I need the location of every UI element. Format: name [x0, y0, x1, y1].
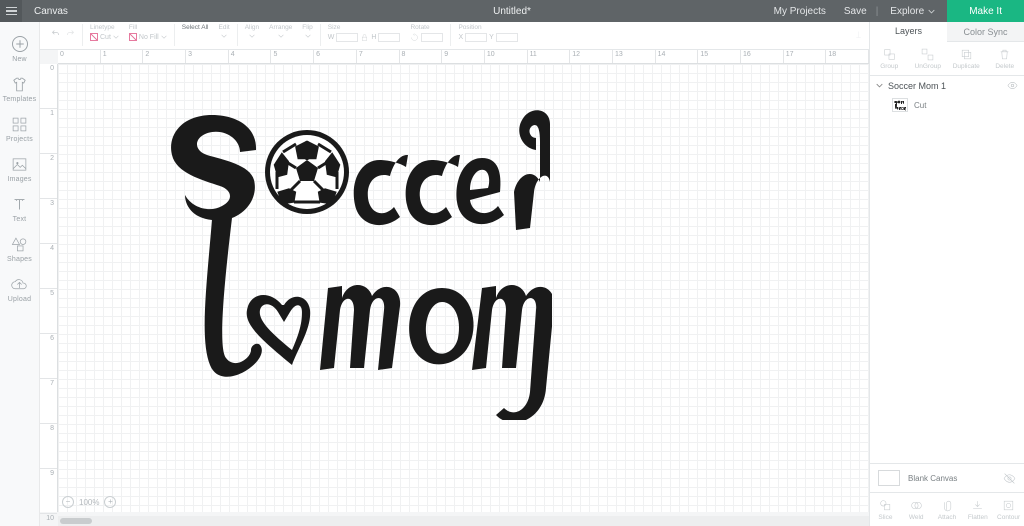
- duplicate-button[interactable]: Duplicate: [947, 42, 986, 75]
- delete-button[interactable]: Delete: [986, 42, 1024, 75]
- size-group[interactable]: Size WH: [323, 24, 406, 49]
- templates-button[interactable]: Templates: [0, 69, 39, 109]
- left-rail: New Templates Projects Images Text Shape…: [0, 22, 40, 526]
- rotate-group[interactable]: Rotate: [405, 24, 448, 49]
- document-title[interactable]: Untitled*: [493, 6, 531, 17]
- layers-list: Soccer Mom 1 Cut: [870, 76, 1024, 463]
- linetype-group[interactable]: Linetype Cut: [85, 24, 124, 49]
- explore-menu[interactable]: Explore: [878, 6, 947, 17]
- chevron-down-icon: [305, 33, 311, 39]
- explore-label: Explore: [890, 6, 924, 17]
- arrange-menu[interactable]: Arrange: [264, 24, 297, 49]
- ungroup-icon: [921, 48, 934, 61]
- flatten-button[interactable]: Flatten: [962, 493, 993, 526]
- layer-actions: Group UnGroup Duplicate Delete: [870, 42, 1024, 76]
- chevron-down-icon: [278, 33, 284, 39]
- visibility-icon[interactable]: [1007, 80, 1018, 91]
- toolbar: Linetype Cut Fill No Fill Select All Edi…: [40, 22, 869, 50]
- ungroup-button[interactable]: UnGroup: [909, 42, 948, 75]
- attach-button[interactable]: Attach: [932, 493, 963, 526]
- layer-footer-actions: Slice Weld Attach Flatten Contour: [870, 492, 1024, 526]
- visibility-off-icon[interactable]: [1003, 472, 1016, 485]
- panel-tabs: Layers Color Sync: [870, 22, 1024, 42]
- images-button[interactable]: Images: [0, 149, 39, 189]
- shapes-icon: [11, 236, 28, 253]
- align-menu[interactable]: Align: [240, 24, 264, 49]
- weld-icon: [910, 499, 923, 512]
- image-icon: [11, 156, 28, 173]
- contour-button[interactable]: Contour: [993, 493, 1024, 526]
- upload-button[interactable]: Upload: [0, 269, 39, 309]
- group-button[interactable]: Group: [870, 42, 909, 75]
- app-header: Canvas Untitled* My Projects Save | Expl…: [0, 0, 1024, 22]
- edit-menu[interactable]: Edit: [214, 24, 235, 49]
- slice-icon: [879, 499, 892, 512]
- caret-down-icon[interactable]: [876, 82, 883, 89]
- plus-circle-icon: [11, 35, 29, 53]
- tshirt-icon: [11, 76, 28, 93]
- duplicate-icon: [960, 48, 973, 61]
- position-group[interactable]: Position XY: [453, 24, 522, 49]
- layer-item-row[interactable]: Cut: [870, 95, 1024, 115]
- zoom-out-icon[interactable]: −: [62, 496, 74, 508]
- right-panel: Layers Color Sync Group UnGroup Duplicat…: [869, 22, 1024, 526]
- zoom-value: 100%: [79, 498, 99, 507]
- select-all-button[interactable]: Select All: [177, 24, 214, 49]
- hamburger-menu-icon[interactable]: [0, 0, 22, 22]
- chevron-down-icon: [249, 33, 255, 39]
- ruler-horizontal: 0123456789101112131415161718: [58, 50, 869, 64]
- my-projects-link[interactable]: My Projects: [765, 6, 835, 17]
- blank-canvas-row[interactable]: Blank Canvas: [870, 463, 1024, 492]
- slice-button[interactable]: Slice: [870, 493, 901, 526]
- contour-icon: [1002, 499, 1015, 512]
- chevron-down-icon: [928, 8, 935, 15]
- rotate-icon: [410, 33, 419, 42]
- chevron-down-icon: [161, 34, 167, 40]
- layer-name: Soccer Mom 1: [888, 81, 946, 91]
- flip-menu[interactable]: Flip: [297, 24, 317, 49]
- grid-icon: [11, 116, 28, 133]
- font-menu-icon[interactable]: [854, 30, 863, 39]
- chevron-down-icon: [113, 34, 119, 40]
- canvas-area[interactable]: 0123456789101112131415161718 01234567891…: [40, 50, 869, 526]
- layer-group-row[interactable]: Soccer Mom 1: [870, 76, 1024, 95]
- text-button[interactable]: Text: [0, 189, 39, 229]
- text-icon: [11, 196, 28, 213]
- undo-icon[interactable]: [51, 29, 60, 38]
- canvas-swatch: [878, 470, 900, 486]
- horizontal-scrollbar[interactable]: [58, 516, 869, 526]
- shapes-button[interactable]: Shapes: [0, 229, 39, 269]
- tab-color-sync[interactable]: Color Sync: [947, 22, 1024, 41]
- lock-icon[interactable]: [360, 33, 369, 42]
- attach-icon: [940, 499, 953, 512]
- zoom-control[interactable]: − 100% +: [62, 496, 116, 508]
- fill-group[interactable]: Fill No Fill: [124, 24, 172, 49]
- upload-cloud-icon: [11, 276, 28, 293]
- blank-canvas-label: Blank Canvas: [908, 474, 957, 483]
- chevron-down-icon: [221, 33, 227, 39]
- layer-type: Cut: [914, 101, 926, 110]
- new-button[interactable]: New: [0, 28, 39, 69]
- trash-icon: [998, 48, 1011, 61]
- scrollbar-thumb[interactable]: [60, 518, 92, 524]
- fill-swatch-icon: [129, 33, 137, 41]
- ruler-vertical: 012345678910: [40, 64, 58, 512]
- weld-button[interactable]: Weld: [901, 493, 932, 526]
- make-it-button[interactable]: Make It: [947, 0, 1024, 22]
- undo-redo-group: [46, 24, 80, 49]
- tab-layers[interactable]: Layers: [870, 22, 947, 42]
- canvas-grid[interactable]: [58, 64, 869, 512]
- app-name: Canvas: [34, 6, 68, 17]
- save-link[interactable]: Save: [835, 6, 876, 17]
- redo-icon[interactable]: [66, 29, 75, 38]
- linetype-swatch-icon: [90, 33, 98, 41]
- projects-button[interactable]: Projects: [0, 109, 39, 149]
- flatten-icon: [971, 499, 984, 512]
- layer-thumbnail: [892, 98, 908, 112]
- group-icon: [883, 48, 896, 61]
- header-right: My Projects Save | Explore Make It: [765, 0, 1024, 22]
- zoom-in-icon[interactable]: +: [104, 496, 116, 508]
